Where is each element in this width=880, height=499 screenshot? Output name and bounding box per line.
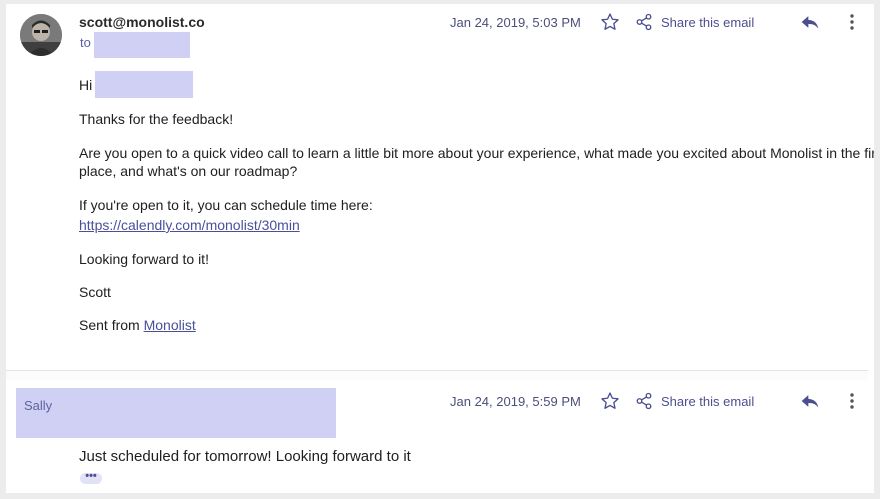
- show-trimmed-content-button[interactable]: •••: [80, 471, 102, 484]
- message-date: Jan 24, 2019, 5:03 PM: [450, 15, 581, 30]
- sender-name: Sally: [24, 398, 53, 413]
- sender-email: scott@monolist.co: [79, 14, 205, 30]
- body-line: Looking forward to it!: [79, 251, 209, 267]
- email-message-1: scott@monolist.co to Jan 24, 2019, 5:03 …: [6, 4, 874, 370]
- more-vertical-icon[interactable]: [841, 11, 863, 33]
- message-date: Jan 24, 2019, 5:59 PM: [450, 394, 581, 409]
- body-line: place, and what's on our roadmap?: [79, 163, 298, 179]
- body-line: Are you open to a quick video call to le…: [79, 145, 874, 161]
- redacted-recipient: [94, 32, 190, 58]
- redacted-sender-block: [16, 388, 336, 438]
- star-icon[interactable]: [599, 11, 621, 33]
- body-line: If you're open to it, you can schedule t…: [79, 197, 373, 213]
- email-thread: scott@monolist.co to Jan 24, 2019, 5:03 …: [6, 4, 874, 493]
- share-email-button[interactable]: Share this email: [661, 15, 754, 30]
- share-email-button[interactable]: Share this email: [661, 394, 754, 409]
- avatar[interactable]: [20, 14, 62, 56]
- greeting: Hi: [79, 77, 93, 93]
- redacted-name: [95, 71, 193, 98]
- sent-from-label: Sent from: [79, 317, 140, 333]
- signature: Scott: [79, 284, 111, 300]
- star-icon[interactable]: [599, 390, 621, 412]
- more-vertical-icon[interactable]: [841, 390, 863, 412]
- reply-body: Just scheduled for tomorrow! Looking for…: [79, 448, 411, 465]
- email-message-2: Sally Jan 24, 2019, 5:59 PM Share this e…: [6, 379, 874, 493]
- to-label: to: [80, 35, 91, 50]
- body-line: Thanks for the feedback!: [79, 111, 234, 127]
- share-icon[interactable]: [633, 390, 655, 412]
- calendly-link[interactable]: https://calendly.com/monolist/30min: [79, 217, 300, 233]
- sent-from-line: Sent from Monolist: [79, 317, 196, 333]
- share-icon[interactable]: [633, 11, 655, 33]
- monolist-link[interactable]: Monolist: [144, 317, 196, 333]
- reply-icon[interactable]: [799, 390, 821, 412]
- reply-icon[interactable]: [799, 11, 821, 33]
